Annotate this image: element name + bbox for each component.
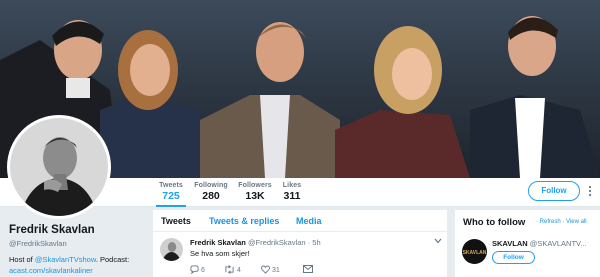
tweet-author-handle[interactable]: @FredrikSkavlan	[248, 238, 306, 247]
stat-label: Following	[194, 182, 228, 189]
who-to-follow-links: · Refresh · View all	[536, 219, 587, 225]
stat-value: 725	[162, 190, 180, 202]
retweet-count: 4	[236, 267, 241, 274]
tab-tweets[interactable]: Tweets	[161, 216, 191, 226]
stat-label: Tweets	[159, 182, 183, 189]
stat-followers[interactable]: Followers 13K	[238, 182, 272, 202]
tweet-text: Se hva som skjer!	[190, 249, 250, 258]
heart-icon	[261, 265, 270, 274]
tweet-avatar[interactable]	[160, 238, 183, 261]
tweet-timestamp[interactable]: 5h	[312, 238, 320, 247]
like-button[interactable]: 31	[261, 265, 280, 274]
bio-mention-link[interactable]: @SkavlanTVshow	[35, 255, 96, 264]
bio-url-link[interactable]: acast.com/skavlankaliner	[9, 266, 93, 275]
like-count: 31	[271, 267, 280, 274]
vertical-ellipsis-icon[interactable]	[585, 185, 595, 199]
direct-message-button[interactable]	[303, 265, 313, 273]
profile-avatar[interactable]	[7, 115, 111, 219]
reply-button[interactable]: 6	[190, 265, 205, 275]
tweet-separator: ·	[307, 238, 311, 247]
tweet[interactable]: Fredrik Skavlan @FredrikSkavlan · 5h Se …	[153, 233, 447, 277]
svg-text:SKAVLAN: SKAVLAN	[463, 250, 487, 256]
tweet-actions: 6 4 31	[190, 265, 440, 275]
tweet-author-name[interactable]: Fredrik Skavlan	[190, 238, 246, 247]
profile-name[interactable]: Fredrik Skavlan	[9, 224, 95, 236]
suggestion-follow-button[interactable]: Follow	[492, 251, 535, 264]
stat-value: 13K	[245, 190, 265, 202]
stat-following[interactable]: Following 280	[194, 182, 228, 202]
follow-button[interactable]: Follow	[528, 181, 580, 201]
stat-tweets[interactable]: Tweets 725	[156, 182, 186, 207]
tab-media[interactable]: Media	[296, 216, 322, 226]
stat-value: 280	[202, 190, 220, 202]
bio-text: Host of	[9, 255, 35, 264]
bio-text: . Podcast:	[95, 255, 130, 264]
stat-likes[interactable]: Likes 311	[280, 182, 304, 202]
envelope-icon	[303, 265, 313, 273]
who-to-follow-module: Who to follow · Refresh · View all SKAVL…	[455, 210, 600, 277]
stat-label: Likes	[282, 182, 302, 189]
reply-icon	[190, 265, 199, 275]
retweet-icon	[225, 265, 234, 274]
reply-count: 6	[200, 267, 205, 274]
tweet-header: Fredrik Skavlan @FredrikSkavlan · 5h	[190, 238, 321, 247]
tab-tweets-and-replies[interactable]: Tweets & replies	[209, 216, 279, 226]
stat-label: Followers	[238, 182, 272, 189]
retweet-button[interactable]: 4	[224, 265, 241, 274]
timeline: Tweets Tweets & replies Media Fredrik Sk…	[153, 210, 447, 277]
chevron-down-icon[interactable]	[434, 237, 442, 246]
who-to-follow-title: Who to follow	[463, 217, 526, 228]
suggestion-account[interactable]: SKAVLAN @SKAVLANTV...	[492, 239, 598, 248]
profile-bio: Host of @SkavlanTVshow. Podcast: acast.c…	[9, 254, 149, 276]
timeline-tabs: Tweets Tweets & replies Media	[153, 210, 447, 232]
suggestion-name: SKAVLAN	[492, 239, 528, 248]
refresh-link[interactable]: Refresh	[540, 219, 561, 225]
view-all-link[interactable]: View all	[566, 219, 587, 225]
profile-handle[interactable]: @FredrikSkavlan	[9, 239, 67, 248]
suggestion-avatar[interactable]: SKAVLAN	[462, 239, 487, 264]
suggestion-handle: @SKAVLANTV...	[529, 239, 587, 248]
stat-value: 311	[283, 190, 301, 202]
